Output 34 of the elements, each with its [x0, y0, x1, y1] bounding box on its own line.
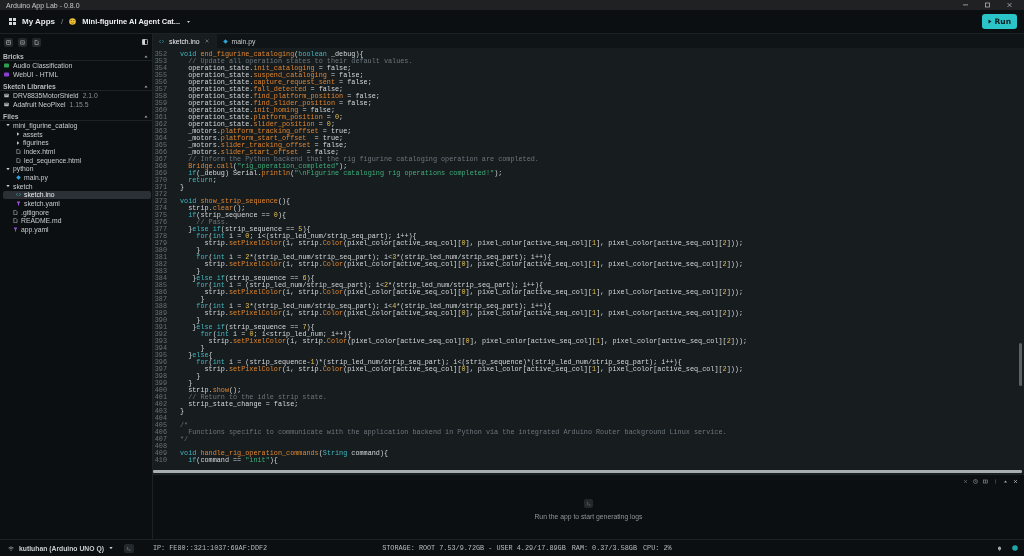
panel-toggle-icon[interactable] — [142, 39, 148, 45]
caret-up-icon[interactable] — [144, 114, 148, 118]
yaml-file-icon — [16, 201, 21, 207]
document-button[interactable] — [32, 37, 41, 47]
status-indicator-icon — [1012, 545, 1018, 551]
my-apps-link[interactable]: My Apps — [22, 17, 56, 26]
apps-grid-icon[interactable] — [9, 18, 16, 25]
code-icon — [16, 192, 21, 198]
scrollbar[interactable] — [1019, 343, 1022, 386]
close-icon[interactable] — [1005, 2, 1013, 8]
caret-up-icon[interactable] — [144, 84, 148, 88]
clock-icon[interactable] — [973, 479, 978, 484]
caret-up-icon[interactable] — [1003, 479, 1008, 484]
smiley-icon — [69, 18, 77, 25]
library-icon — [4, 93, 9, 98]
clear-icon[interactable] — [963, 479, 968, 484]
caret-down-icon[interactable] — [186, 19, 192, 24]
restore-icon[interactable] — [983, 2, 991, 8]
caret-down-icon[interactable] — [108, 546, 113, 550]
code-icon — [159, 38, 164, 44]
breadcrumb-separator: / — [61, 17, 64, 26]
wifi-icon — [8, 545, 14, 551]
diamond-icon — [222, 38, 228, 44]
bell-icon[interactable] — [997, 545, 1002, 551]
library-icon — [4, 102, 9, 107]
play-icon — [987, 19, 992, 24]
layout-icon[interactable] — [983, 479, 988, 484]
document-icon — [34, 39, 39, 45]
caret-up-icon[interactable] — [144, 54, 148, 58]
yaml-file-icon — [13, 227, 18, 233]
horizontal-scrollbar[interactable] — [153, 470, 1022, 473]
diamond-icon — [16, 174, 21, 180]
terminal-button[interactable] — [123, 543, 134, 553]
terminal-icon — [126, 545, 132, 551]
